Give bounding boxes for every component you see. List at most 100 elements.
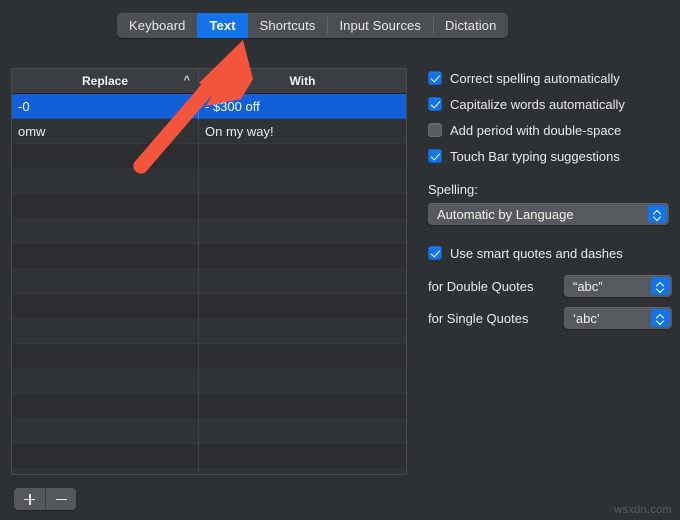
cell-with: - $300 off: [198, 94, 406, 119]
double-quotes-row: for Double Quotes “abc”: [428, 275, 676, 297]
single-quotes-row: for Single Quotes ‘abc’: [428, 307, 676, 329]
cell-with: [198, 169, 406, 194]
table-row-empty[interactable]: [12, 144, 406, 169]
tab-keyboard[interactable]: Keyboard: [117, 13, 197, 38]
checkbox-row-touch-bar-suggestions[interactable]: Touch Bar typing suggestions: [428, 144, 676, 168]
spelling-popup-value: Automatic by Language: [437, 206, 574, 222]
text-options-pane: Correct spelling automatically Capitaliz…: [428, 66, 676, 329]
table-row[interactable]: omw On my way!: [12, 119, 406, 144]
checkbox-add-period-label: Add period with double-space: [450, 122, 622, 138]
table-row-empty[interactable]: [12, 194, 406, 219]
table-row-empty[interactable]: [12, 219, 406, 244]
chevron-up-down-icon: [648, 205, 667, 223]
table-row-empty[interactable]: [12, 394, 406, 419]
cell-with: [198, 219, 406, 244]
checkbox-add-period[interactable]: [428, 123, 442, 137]
cell-replace: [12, 344, 198, 369]
spelling-popup-button[interactable]: Automatic by Language: [428, 203, 669, 225]
cell-replace: [12, 469, 198, 474]
cell-with: [198, 194, 406, 219]
checkbox-smart-quotes-label: Use smart quotes and dashes: [450, 245, 623, 261]
checkbox-row-add-period[interactable]: Add period with double-space: [428, 118, 676, 142]
table-row-empty[interactable]: [12, 294, 406, 319]
tab-dictation-label: Dictation: [444, 18, 497, 33]
plus-icon: [24, 493, 35, 505]
tab-input-sources[interactable]: Input Sources: [327, 13, 433, 38]
checkbox-row-correct-spelling[interactable]: Correct spelling automatically: [428, 66, 676, 90]
table-header-row: Replace ^ With: [12, 69, 406, 94]
table-row-empty[interactable]: [12, 419, 406, 444]
cell-replace: [12, 169, 198, 194]
cell-with: [198, 244, 406, 269]
cell-with: [198, 144, 406, 169]
remove-replacement-button[interactable]: [45, 488, 76, 510]
checkbox-capitalize-words[interactable]: [428, 97, 442, 111]
tab-shortcuts[interactable]: Shortcuts: [248, 13, 328, 38]
table-row-empty[interactable]: [12, 319, 406, 344]
cell-replace: [12, 269, 198, 294]
double-quotes-popup-button[interactable]: “abc”: [564, 275, 672, 297]
chevron-down-icon: [657, 319, 664, 323]
cell-with: [198, 269, 406, 294]
column-header-replace[interactable]: Replace ^: [12, 69, 198, 93]
table-row[interactable]: -0 - $300 off: [12, 94, 406, 119]
tab-shortcuts-label: Shortcuts: [259, 18, 316, 33]
table-row-empty[interactable]: [12, 244, 406, 269]
checkbox-correct-spelling-label: Correct spelling automatically: [450, 70, 620, 86]
single-quotes-label: for Single Quotes: [428, 310, 529, 326]
table-row-empty[interactable]: [12, 344, 406, 369]
checkbox-smart-quotes[interactable]: [428, 246, 442, 260]
checkbox-touch-bar-suggestions-label: Touch Bar typing suggestions: [450, 148, 620, 164]
table-row-empty[interactable]: [12, 444, 406, 469]
single-quotes-popup-button[interactable]: ‘abc’: [564, 307, 672, 329]
cell-with: [198, 369, 406, 394]
chevron-up-down-icon: [651, 277, 670, 295]
cell-replace: [12, 219, 198, 244]
cell-with: [198, 419, 406, 444]
cell-with: [198, 444, 406, 469]
column-header-replace-label: Replace: [81, 74, 129, 88]
checkbox-touch-bar-suggestions[interactable]: [428, 149, 442, 163]
preferences-tab-bar: Keyboard Text Shortcuts Input Sources Di…: [117, 13, 509, 38]
single-quotes-popup-value: ‘abc’: [573, 310, 600, 326]
double-quotes-popup-value: “abc”: [573, 278, 603, 294]
checkbox-row-capitalize-words[interactable]: Capitalize words automatically: [428, 92, 676, 116]
cell-with: On my way!: [198, 119, 406, 144]
checkbox-capitalize-words-label: Capitalize words automatically: [450, 96, 625, 112]
checkbox-row-smart-quotes[interactable]: Use smart quotes and dashes: [428, 241, 676, 265]
cell-replace: omw: [18, 124, 46, 139]
tab-keyboard-label: Keyboard: [129, 18, 186, 33]
table-add-remove-controls: [14, 488, 76, 510]
table-row-empty[interactable]: [12, 169, 406, 194]
checkbox-correct-spelling[interactable]: [428, 71, 442, 85]
table-body: -0 - $300 off omw On my way!: [12, 94, 406, 474]
cell-with: [198, 469, 406, 474]
cell-replace: [12, 444, 198, 469]
watermark: wsxdn.com: [614, 504, 672, 516]
text-replacement-table[interactable]: Replace ^ With -0 - $300 off omw On my w…: [11, 68, 407, 475]
column-header-with[interactable]: With: [198, 69, 406, 93]
cell-with: [198, 319, 406, 344]
cell-with: [198, 394, 406, 419]
cell-with: [198, 294, 406, 319]
tab-dictation[interactable]: Dictation: [432, 13, 508, 38]
cell-replace: -0: [18, 99, 30, 114]
table-row-empty[interactable]: [12, 269, 406, 294]
chevron-down-icon: [657, 287, 664, 291]
sort-ascending-icon: ^: [183, 74, 190, 87]
tab-text[interactable]: Text: [197, 13, 248, 38]
cell-replace: [12, 394, 198, 419]
cell-replace: [12, 294, 198, 319]
chevron-down-icon: [654, 215, 661, 219]
cell-replace: [12, 144, 198, 169]
cell-replace: [12, 194, 198, 219]
table-row-empty[interactable]: [12, 369, 406, 394]
table-row-empty[interactable]: [12, 469, 406, 474]
column-header-with-label: With: [289, 74, 316, 88]
tab-text-label: Text: [209, 18, 236, 33]
double-quotes-label: for Double Quotes: [428, 278, 534, 294]
add-replacement-button[interactable]: [14, 488, 45, 510]
cell-with: [198, 344, 406, 369]
minus-icon: [55, 494, 67, 505]
cell-replace: [12, 369, 198, 394]
